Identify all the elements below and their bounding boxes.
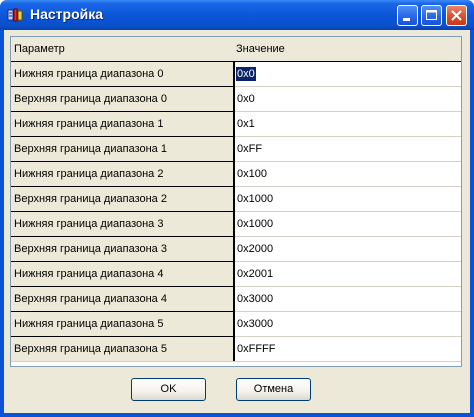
parameter-value-cell[interactable]: 0x2000 [235,237,461,262]
parameter-name-cell: Нижняя граница диапазона 0 [11,62,235,87]
parameter-value-cell[interactable]: 0xFFFF [235,337,461,362]
window-title: Настройка [30,6,104,22]
parameter-name-cell: Нижняя граница диапазона 4 [11,262,235,287]
app-icon [7,8,23,22]
parameter-value-text[interactable]: 0x1000 [236,192,274,206]
grid-header-row: Параметр Значение [11,37,461,62]
title-bar[interactable]: Настройка [0,0,474,30]
maximize-icon [426,10,437,20]
parameter-value-text[interactable]: 0x100 [236,167,268,181]
parameter-name-cell: Верхняя граница диапазона 3 [11,237,235,262]
parameter-name-cell: Верхняя граница диапазона 0 [11,87,235,112]
parameter-value-cell[interactable]: 0x2001 [235,262,461,287]
maximize-button[interactable] [421,5,442,26]
parameter-value-cell[interactable]: 0x3000 [235,287,461,312]
cancel-button[interactable]: Отмена [236,378,311,401]
column-header-value[interactable]: Значение [233,37,461,62]
parameter-value-cell[interactable]: 0x1000 [235,187,461,212]
parameter-name-cell: Верхняя граница диапазона 4 [11,287,235,312]
parameter-value-cell[interactable]: 0x100 [235,162,461,187]
close-button[interactable] [446,5,467,26]
parameter-value-text[interactable]: 0x0 [236,67,256,81]
parameter-value-cell[interactable]: 0x1000 [235,212,461,237]
table-row[interactable]: Нижняя граница диапазона 4 0x2001 [11,262,461,287]
parameter-value-text[interactable]: 0x3000 [236,317,274,331]
parameter-value-text[interactable]: 0x1000 [236,217,274,231]
table-row[interactable]: Верхняя граница диапазона 5 0xFFFF [11,337,461,362]
parameter-value-text[interactable]: 0x0 [236,92,256,106]
table-row[interactable]: Нижняя граница диапазона 0 0x0 [11,62,461,87]
close-icon [451,10,462,21]
parameter-value-cell[interactable]: 0xFF [235,137,461,162]
minimize-icon [403,18,410,21]
table-row[interactable]: Нижняя граница диапазона 3 0x1000 [11,212,461,237]
parameter-value-text[interactable]: 0xFF [236,142,263,156]
table-row[interactable]: Верхняя граница диапазона 2 0x1000 [11,187,461,212]
settings-dialog: Настройка Параметр Значение Нижняя грани… [0,0,474,417]
parameter-value-text[interactable]: 0x3000 [236,292,274,306]
parameter-value-text[interactable]: 0x2001 [236,267,274,281]
parameter-value-text[interactable]: 0xFFFF [236,342,277,356]
ok-button[interactable]: OK [131,378,206,401]
parameter-name-cell: Верхняя граница диапазона 5 [11,337,235,362]
minimize-button[interactable] [397,5,418,26]
parameter-value-cell[interactable]: 0x3000 [235,312,461,337]
table-row[interactable]: Верхняя граница диапазона 0 0x0 [11,87,461,112]
grid-bottom-edge [11,361,461,362]
parameter-value-cell[interactable]: 0x0 [235,62,461,87]
parameter-value-cell[interactable]: 0x1 [235,112,461,137]
parameter-value-cell[interactable]: 0x0 [235,87,461,112]
parameter-value-text[interactable]: 0x2000 [236,242,274,256]
table-row[interactable]: Нижняя граница диапазона 5 0x3000 [11,312,461,337]
parameter-name-cell: Нижняя граница диапазона 5 [11,312,235,337]
table-row[interactable]: Верхняя граница диапазона 4 0x3000 [11,287,461,312]
parameter-name-cell: Нижняя граница диапазона 3 [11,212,235,237]
parameter-name-cell: Нижняя граница диапазона 1 [11,112,235,137]
column-header-parameter[interactable]: Параметр [11,37,234,62]
parameter-value-text[interactable]: 0x1 [236,117,256,131]
parameter-name-cell: Верхняя граница диапазона 1 [11,137,235,162]
settings-grid[interactable]: Параметр Значение Нижняя граница диапазо… [10,36,462,367]
table-row[interactable]: Верхняя граница диапазона 1 0xFF [11,137,461,162]
table-row[interactable]: Нижняя граница диапазона 1 0x1 [11,112,461,137]
parameter-name-cell: Нижняя граница диапазона 2 [11,162,235,187]
table-row[interactable]: Нижняя граница диапазона 2 0x100 [11,162,461,187]
dialog-client-area: Параметр Значение Нижняя граница диапазо… [4,30,470,413]
parameter-name-cell: Верхняя граница диапазона 2 [11,187,235,212]
table-row[interactable]: Верхняя граница диапазона 3 0x2000 [11,237,461,262]
